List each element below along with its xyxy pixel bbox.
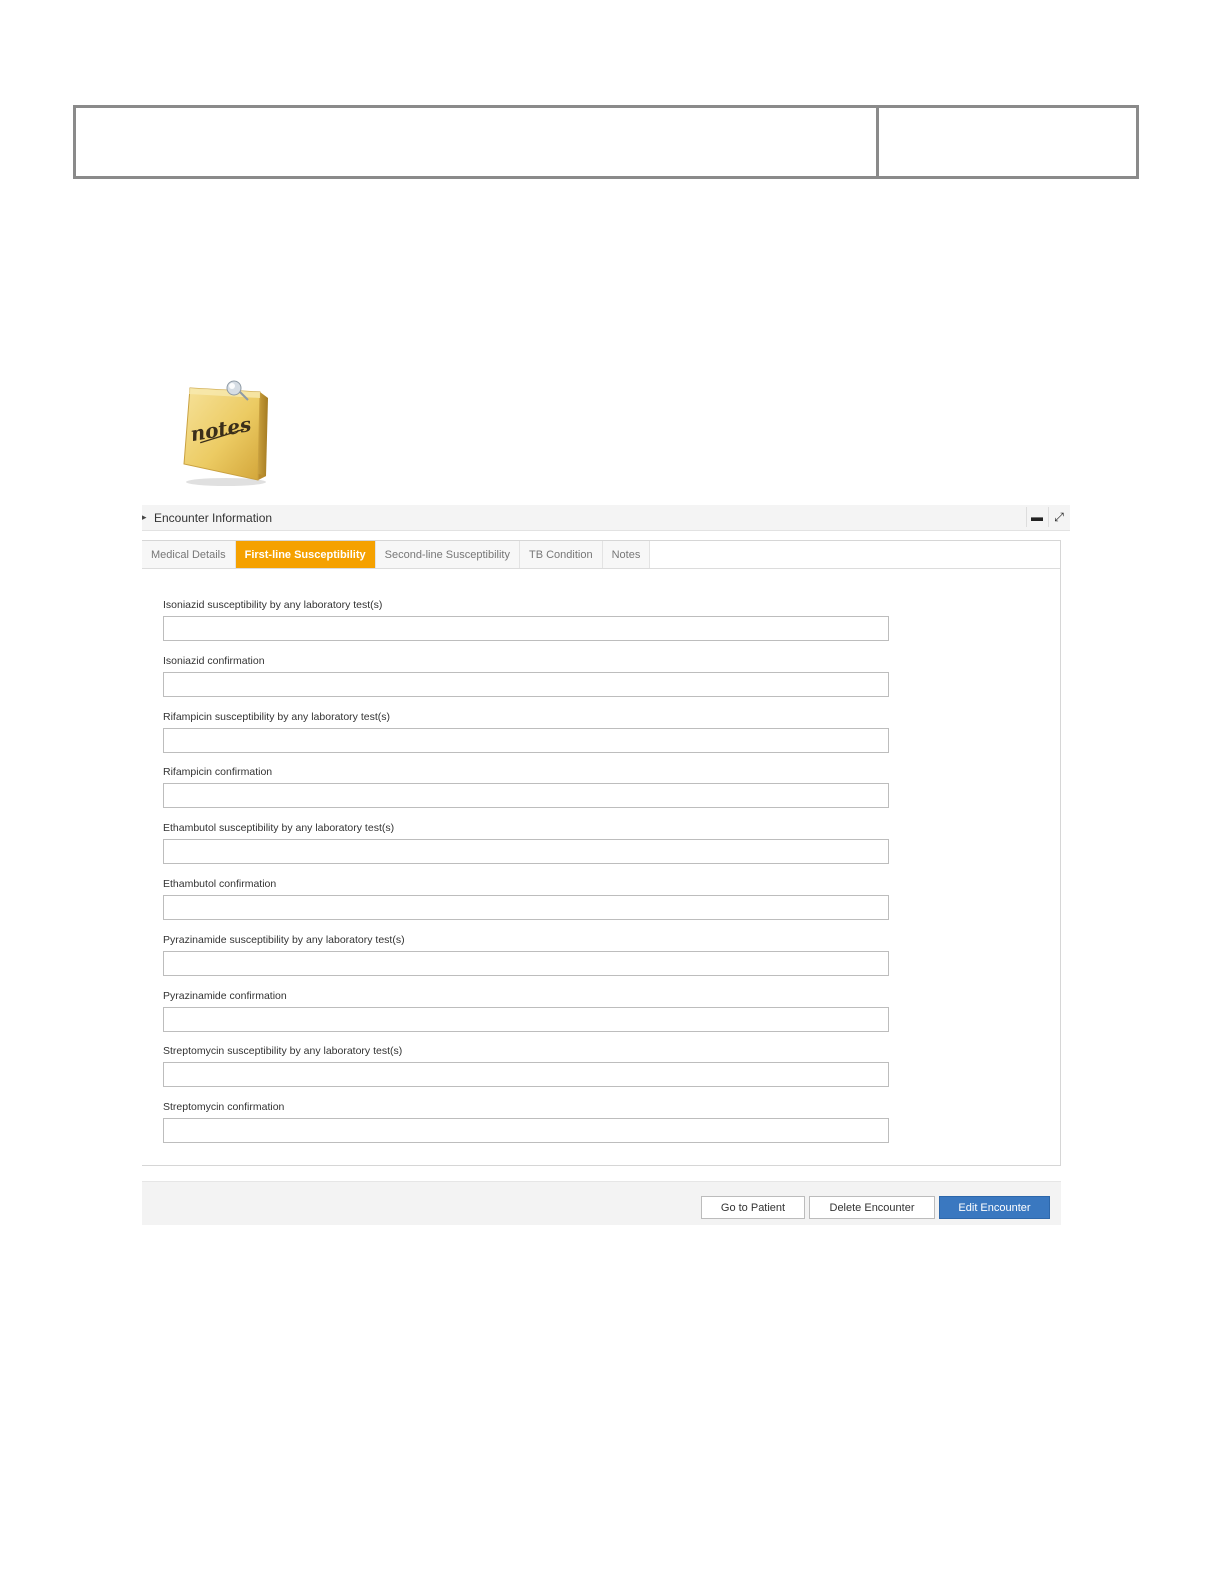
delete-encounter-button[interactable]: Delete Encounter	[809, 1196, 935, 1219]
field-label: Streptomycin confirmation	[163, 1101, 285, 1114]
sticky-note-icon: notes	[183, 380, 268, 486]
encounter-actions-bar: Go to Patient Delete Encounter Edit Enco…	[142, 1181, 1061, 1225]
tab-bar: Medical Details First-line Susceptibilit…	[142, 541, 1060, 569]
rifampicin-confirmation-input[interactable]	[163, 783, 889, 809]
field-label: Pyrazinamide susceptibility by any labor…	[163, 933, 405, 946]
form-field-pyrazinamide-confirmation: Pyrazinamide confirmation	[163, 988, 890, 1044]
field-label: Isoniazid susceptibility by any laborato…	[163, 599, 383, 611]
isoniazid-susceptibility-input[interactable]	[163, 616, 889, 641]
rifampicin-susceptibility-input[interactable]	[163, 727, 889, 753]
tab-notes[interactable]: Notes	[602, 541, 651, 568]
streptomycin-confirmation-input[interactable]	[163, 1118, 889, 1144]
encounter-panel-title: Encounter Information	[154, 511, 273, 525]
field-label: Pyrazinamide confirmation	[163, 989, 287, 1002]
form-field-isoniazid-confirmation: Isoniazid confirmation	[163, 653, 890, 709]
header-cell-right	[879, 108, 1136, 176]
field-label: Isoniazid confirmation	[163, 654, 265, 667]
encounter-panel-header: ▸ Encounter Information ▬ ⤢	[142, 505, 1070, 531]
field-label: Streptomycin susceptibility by any labor…	[163, 1045, 403, 1058]
go-to-patient-button[interactable]: Go to Patient	[701, 1196, 805, 1219]
form-field-rifampicin-susceptibility: Rifampicin susceptibility by any laborat…	[163, 709, 890, 765]
ethambutol-confirmation-input[interactable]	[163, 894, 889, 920]
tab-medical-details[interactable]: Medical Details	[142, 541, 236, 568]
field-label: Rifampicin susceptibility by any laborat…	[163, 710, 391, 723]
edit-encounter-button[interactable]: Edit Encounter	[939, 1196, 1050, 1219]
pyrazinamide-susceptibility-input[interactable]	[163, 950, 889, 976]
collapse-caret-icon[interactable]: ▸	[142, 512, 147, 523]
minimize-icon[interactable]: ▬	[1026, 507, 1047, 527]
document-header-table	[73, 105, 1139, 179]
ethambutol-susceptibility-input[interactable]	[163, 839, 889, 865]
field-label: Ethambutol confirmation	[163, 877, 277, 890]
form-field-streptomycin-confirmation: Streptomycin confirmation	[163, 1099, 890, 1155]
encounter-tab-panel: Medical Details First-line Susceptibilit…	[142, 540, 1061, 1166]
tab-second-line-susceptibility[interactable]: Second-line Susceptibility	[375, 541, 520, 568]
field-label: Rifampicin confirmation	[163, 766, 273, 779]
form-field-ethambutol-confirmation: Ethambutol confirmation	[163, 876, 890, 932]
form-field-ethambutol-susceptibility: Ethambutol susceptibility by any laborat…	[163, 820, 890, 876]
field-label: Ethambutol susceptibility by any laborat…	[163, 822, 395, 835]
form-field-rifampicin-confirmation: Rifampicin confirmation	[163, 764, 890, 820]
form-field-isoniazid-susceptibility: Isoniazid susceptibility by any laborato…	[163, 597, 890, 653]
form-field-pyrazinamide-susceptibility: Pyrazinamide susceptibility by any labor…	[163, 932, 890, 988]
streptomycin-susceptibility-input[interactable]	[163, 1062, 889, 1088]
header-cell-left	[76, 108, 879, 176]
susceptibility-form: Isoniazid susceptibility by any laborato…	[163, 597, 890, 1155]
pyrazinamide-confirmation-input[interactable]	[163, 1006, 889, 1032]
expand-icon[interactable]: ⤢	[1048, 507, 1069, 527]
form-field-streptomycin-susceptibility: Streptomycin susceptibility by any labor…	[163, 1043, 890, 1099]
isoniazid-confirmation-input[interactable]	[163, 671, 889, 697]
tab-first-line-susceptibility[interactable]: First-line Susceptibility	[235, 541, 376, 568]
tab-tb-condition[interactable]: TB Condition	[519, 541, 603, 568]
